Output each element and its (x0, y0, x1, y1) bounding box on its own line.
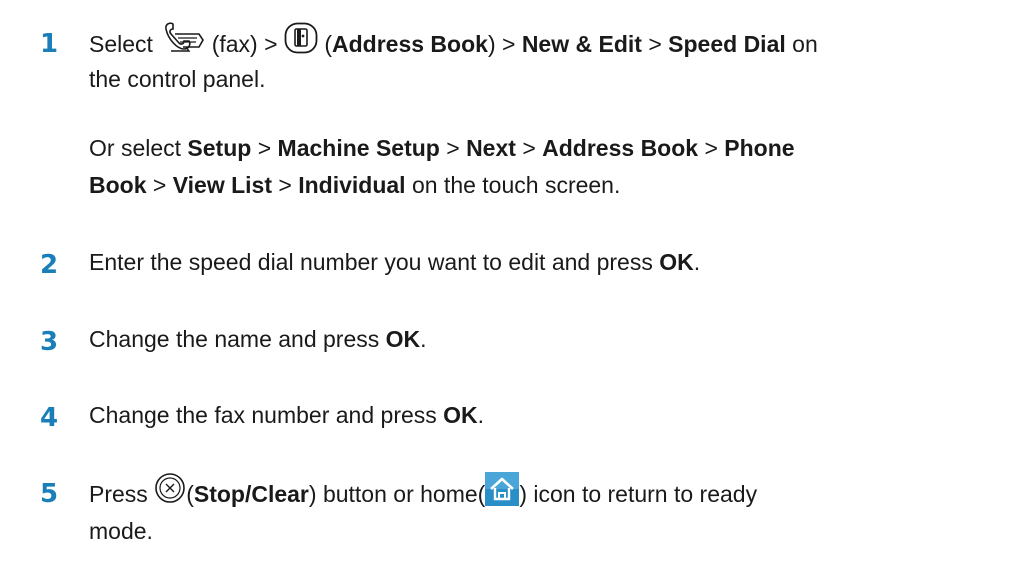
stop-clear-icon (154, 472, 186, 514)
fax-icon (159, 21, 205, 65)
step-5-line-1: Press (Stop/Clear) button or home( ) ico… (89, 472, 1019, 518)
step-number: 3 (40, 327, 59, 357)
step-number: 5 (40, 479, 59, 509)
step-2-text: Enter the speed dial number you want to … (89, 249, 701, 275)
address-book-icon (284, 22, 318, 64)
step-1-alt-line-1: Or select Setup > Machine Setup > Next >… (89, 135, 795, 161)
step-number: 4 (40, 403, 59, 433)
step-1-line-2: the control panel. (89, 66, 266, 92)
step-number: 2 (40, 250, 59, 280)
step-1-alt-line-2: Book > View List > Individual on the tou… (89, 172, 621, 198)
step-4-text: Change the fax number and press OK. (89, 402, 485, 428)
home-icon (485, 472, 520, 516)
step-number: 1 (40, 29, 59, 59)
step-3-text: Change the name and press OK. (89, 326, 427, 352)
step-5-line-2: mode. (89, 518, 153, 544)
